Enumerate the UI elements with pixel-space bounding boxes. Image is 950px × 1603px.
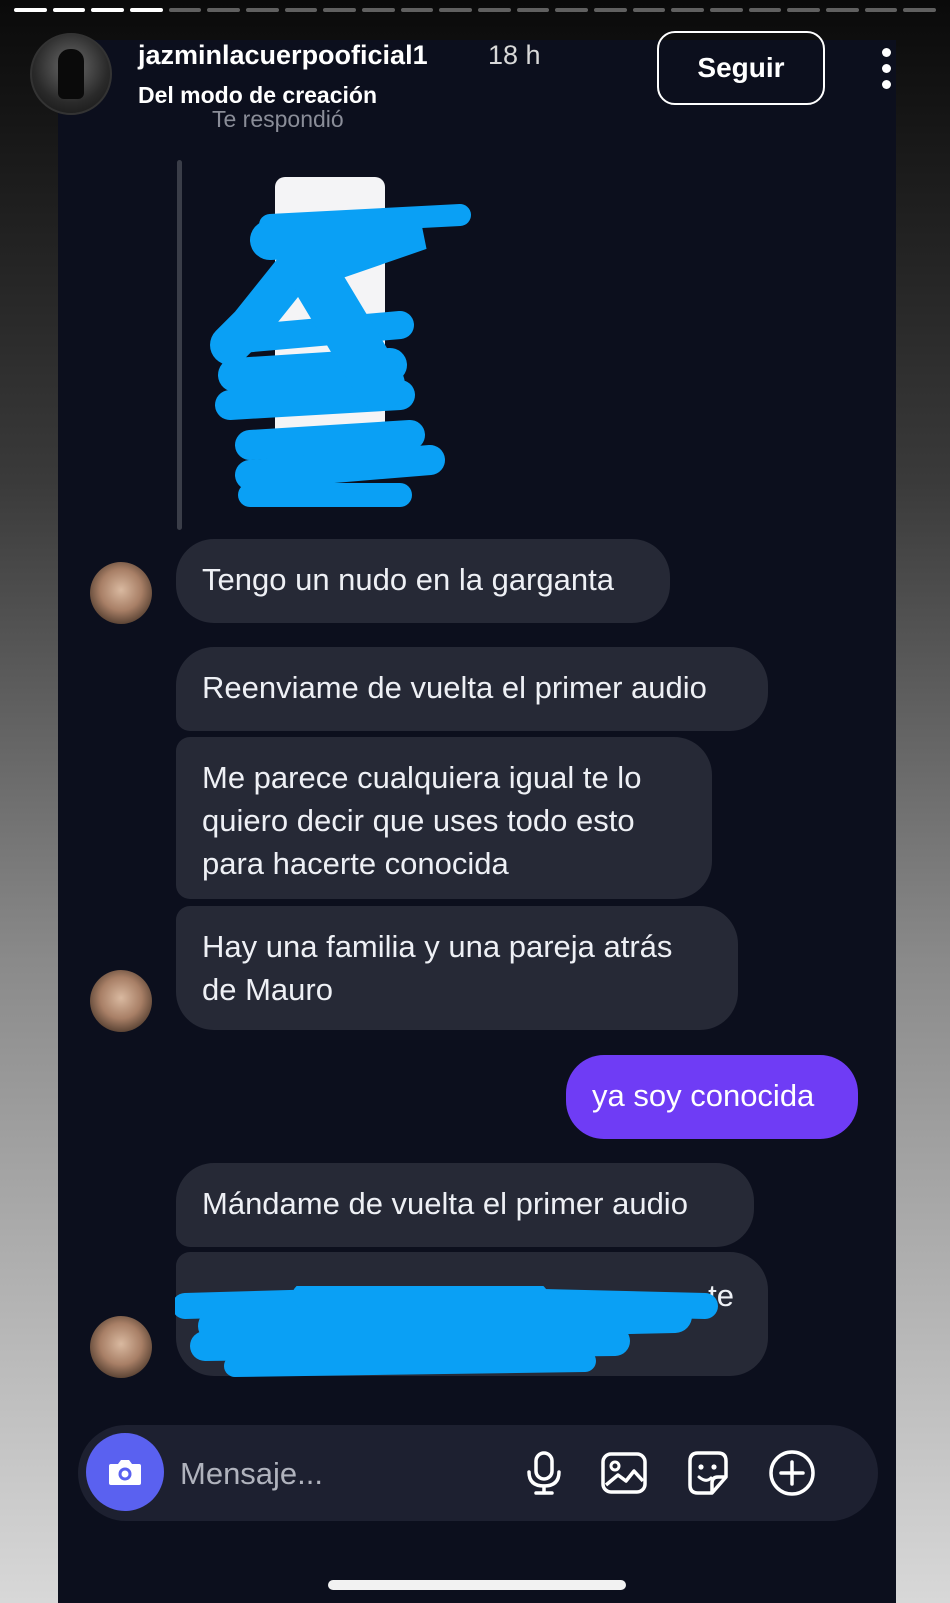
microphone-icon[interactable] [518, 1447, 570, 1499]
sender-avatar [90, 562, 152, 624]
story-progress-bar [14, 8, 937, 12]
message-composer [78, 1425, 878, 1521]
story-segment [787, 8, 821, 12]
camera-icon [109, 1460, 141, 1485]
story-segment [748, 8, 782, 12]
story-segment [14, 8, 47, 12]
story-segment [91, 8, 125, 12]
camera-button[interactable] [86, 1433, 164, 1511]
message-text: ya soy conocida [592, 1078, 815, 1113]
story-segment [826, 8, 859, 12]
add-icon[interactable] [766, 1447, 818, 1499]
message-text: Me parece cualquiera igual te lo quiero … [202, 760, 642, 881]
story-segment [400, 8, 434, 12]
story-segment [207, 8, 241, 12]
outgoing-message-bubble: ya soy conocida [566, 1055, 858, 1139]
story-segment [478, 8, 511, 12]
quote-bar [177, 160, 182, 530]
story-segment [516, 8, 550, 12]
sender-avatar [90, 970, 152, 1032]
message-text: Reenviame de vuelta el primer audio [202, 670, 707, 705]
story-segment [903, 8, 937, 12]
story-segment [671, 8, 705, 12]
story-segment [52, 8, 86, 12]
redaction-scribble [175, 1286, 718, 1377]
sender-avatar [90, 1316, 152, 1378]
more-vertical-icon[interactable] [876, 48, 896, 92]
story-segment [246, 8, 279, 12]
story-segment [632, 8, 666, 12]
message-bubble: Reenviame de vuelta el primer audio [176, 647, 768, 731]
quoted-story-image-redacted [210, 177, 471, 507]
story-segment [439, 8, 473, 12]
profile-avatar[interactable] [30, 33, 112, 115]
story-segment [130, 8, 163, 12]
message-bubble: Hay una familia y una pareja atrás de Ma… [176, 906, 738, 1030]
message-text: Tengo un nudo en la garganta [202, 562, 614, 597]
story-segment [864, 8, 898, 12]
story-segment [362, 8, 395, 12]
message-bubble: Tengo un nudo en la garganta [176, 539, 670, 623]
story-segment [594, 8, 627, 12]
message-bubble: Me parece cualquiera igual te lo quiero … [176, 737, 712, 899]
story-segment [323, 8, 357, 12]
story-segment [284, 8, 318, 12]
message-input[interactable] [178, 1447, 502, 1501]
message-text: Hay una familia y una pareja atrás de Ma… [202, 929, 673, 1007]
story-segment [168, 8, 202, 12]
sticker-icon[interactable] [682, 1447, 734, 1499]
gallery-icon[interactable] [598, 1447, 650, 1499]
message-bubble: Mándame de vuelta el primer audio [176, 1163, 754, 1247]
story-segment [555, 8, 589, 12]
creation-mode-label: Del modo de creación [138, 82, 378, 108]
home-indicator[interactable] [328, 1580, 626, 1590]
message-text: Mándame de vuelta el primer audio [202, 1186, 688, 1221]
story-segment [710, 8, 743, 12]
post-time: 18 h [488, 40, 541, 70]
follow-button[interactable]: Seguir [657, 31, 825, 105]
username[interactable]: jazminlacuerpooficial1 [138, 40, 428, 71]
story-header: jazminlacuerpooficial1 18 h Del modo de … [0, 28, 950, 118]
